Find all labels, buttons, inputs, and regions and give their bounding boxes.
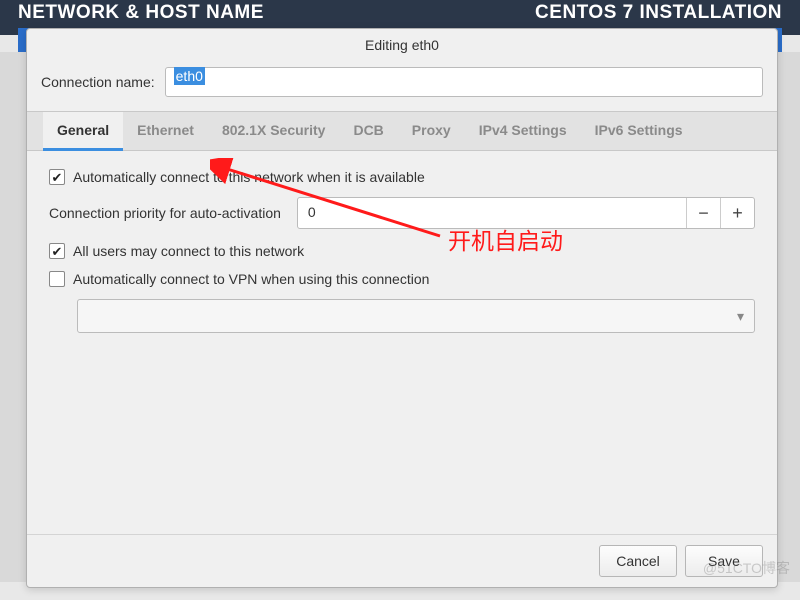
- edit-connection-dialog: Editing eth0 Connection name: eth0 Gener…: [26, 28, 778, 588]
- connection-name-row: Connection name: eth0: [27, 59, 777, 111]
- all-users-row: All users may connect to this network: [49, 243, 755, 259]
- tab-ethernet[interactable]: Ethernet: [123, 112, 208, 150]
- tab-proxy[interactable]: Proxy: [398, 112, 465, 150]
- all-users-label: All users may connect to this network: [73, 243, 304, 259]
- auto-vpn-label: Automatically connect to VPN when using …: [73, 271, 429, 287]
- priority-label: Connection priority for auto-activation: [49, 205, 281, 221]
- tab-ipv6[interactable]: IPv6 Settings: [581, 112, 697, 150]
- auto-connect-checkbox[interactable]: [49, 169, 65, 185]
- auto-vpn-row: Automatically connect to VPN when using …: [49, 271, 755, 287]
- tab-bar: General Ethernet 802.1X Security DCB Pro…: [27, 111, 777, 151]
- tab-general[interactable]: General: [43, 112, 123, 151]
- priority-spinner[interactable]: 0 − +: [297, 197, 755, 229]
- priority-value[interactable]: 0: [298, 198, 686, 228]
- connection-name-label: Connection name:: [41, 74, 155, 90]
- auto-connect-label: Automatically connect to this network wh…: [73, 169, 425, 185]
- tab-dcb[interactable]: DCB: [339, 112, 397, 150]
- save-button[interactable]: Save: [685, 545, 763, 577]
- tab-panel-general: Automatically connect to this network wh…: [27, 151, 777, 534]
- priority-increment[interactable]: +: [720, 198, 754, 228]
- header-right: CENTOS 7 INSTALLATION: [535, 2, 782, 24]
- auto-vpn-checkbox[interactable]: [49, 271, 65, 287]
- auto-connect-row: Automatically connect to this network wh…: [49, 169, 755, 185]
- vpn-select[interactable]: ▾: [77, 299, 755, 333]
- tab-ipv4[interactable]: IPv4 Settings: [465, 112, 581, 150]
- priority-decrement[interactable]: −: [686, 198, 720, 228]
- priority-row: Connection priority for auto-activation …: [49, 197, 755, 229]
- tab-8021x[interactable]: 802.1X Security: [208, 112, 340, 150]
- dialog-title: Editing eth0: [27, 29, 777, 59]
- cancel-button[interactable]: Cancel: [599, 545, 677, 577]
- chevron-down-icon: ▾: [737, 308, 744, 325]
- header-left: NETWORK & HOST NAME: [18, 2, 264, 24]
- dialog-footer: Cancel Save: [27, 534, 777, 587]
- connection-name-input[interactable]: eth0: [165, 67, 763, 97]
- all-users-checkbox[interactable]: [49, 243, 65, 259]
- connection-name-value: eth0: [174, 67, 205, 85]
